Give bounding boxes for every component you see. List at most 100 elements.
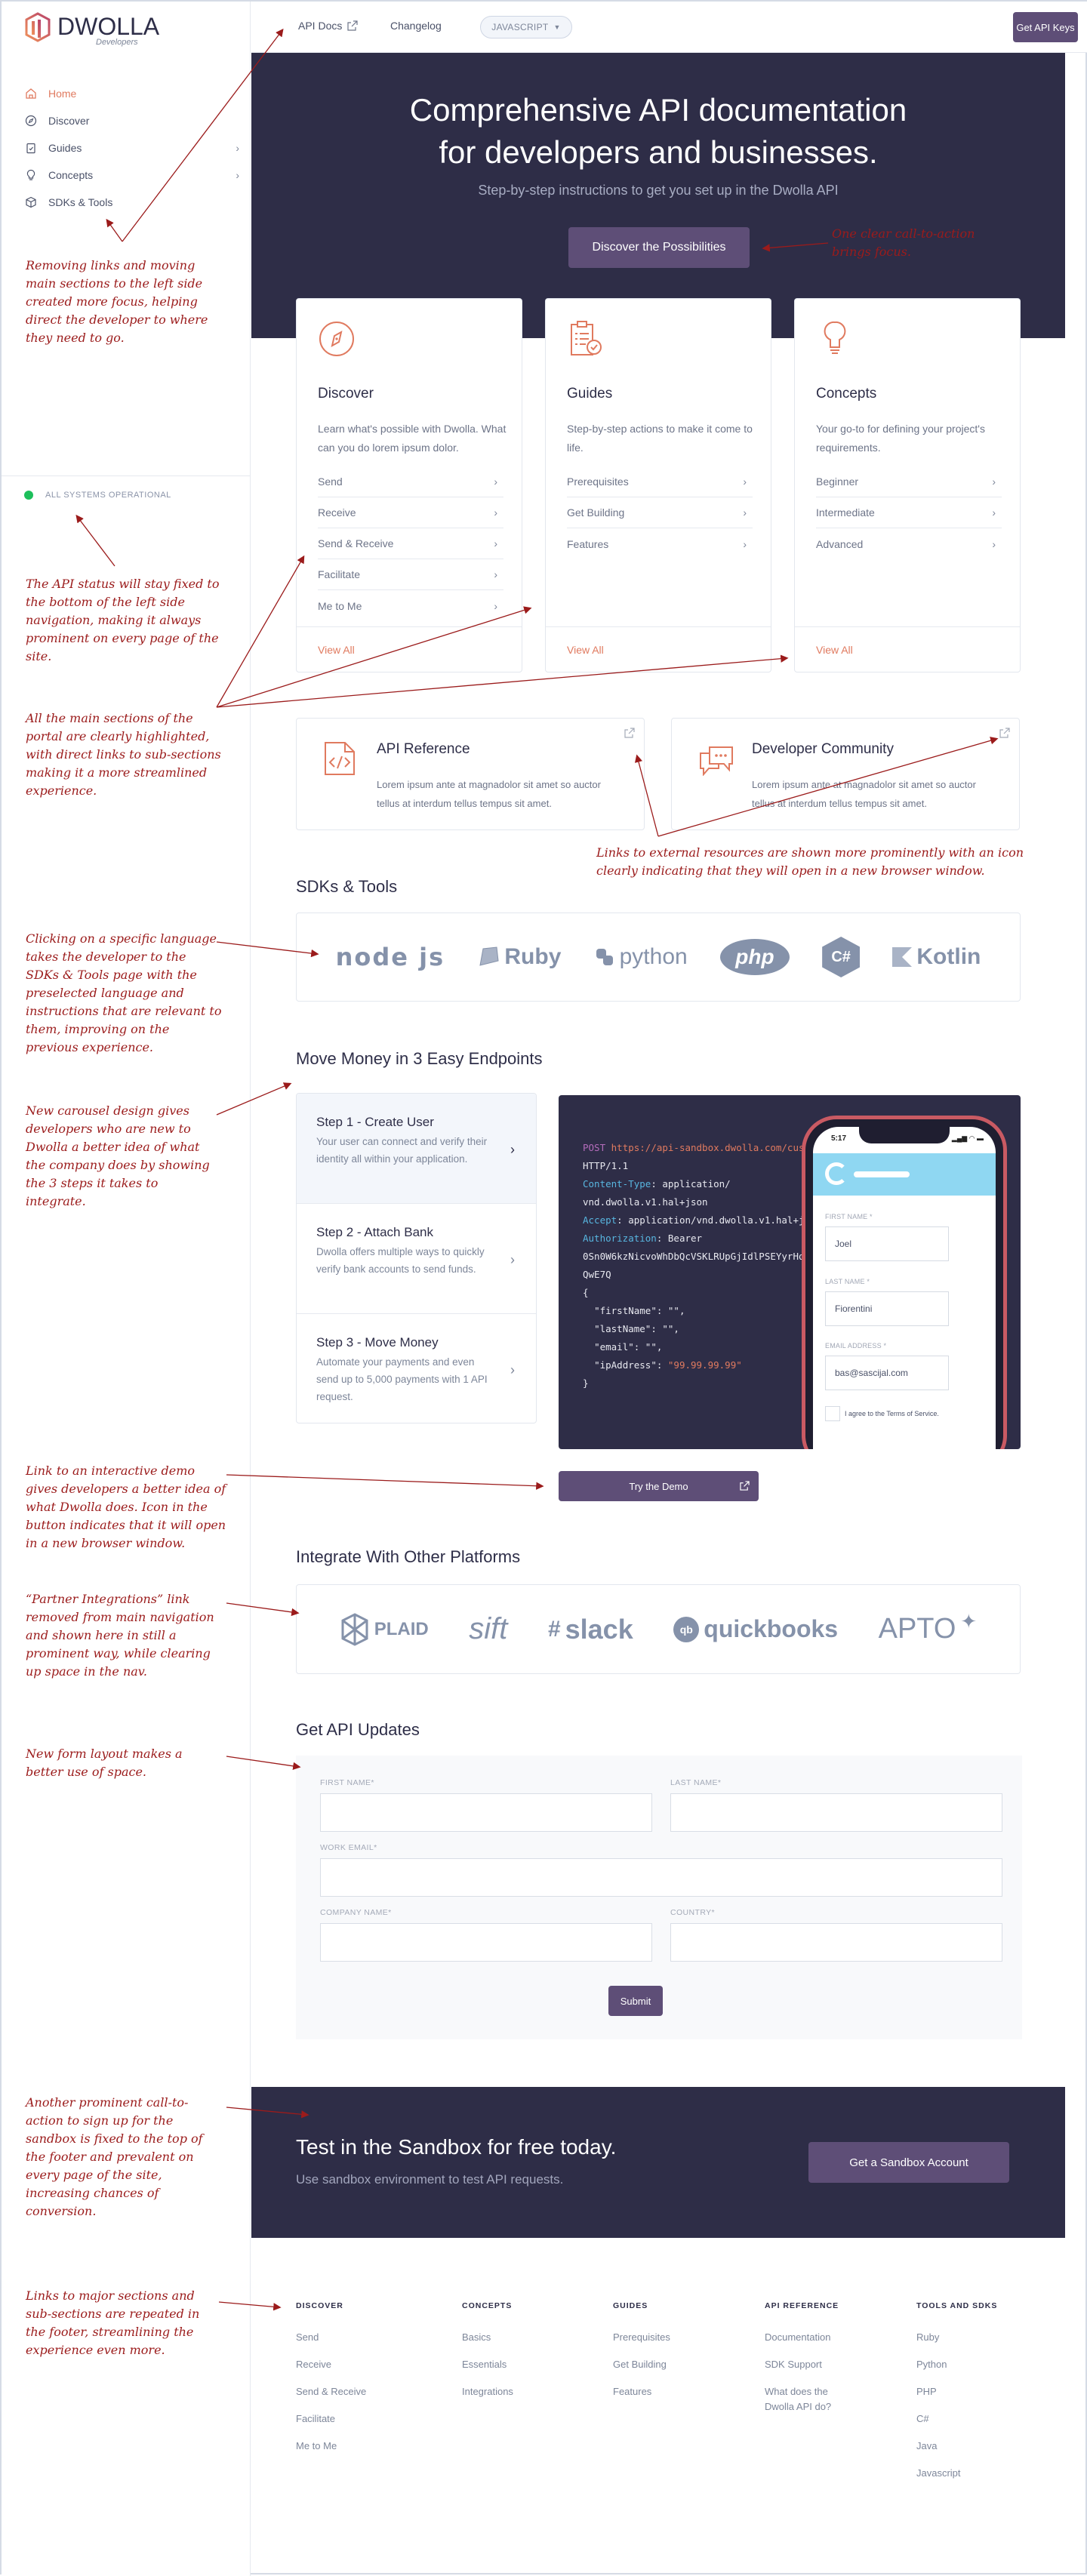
sdk-logo-ruby[interactable]: Ruby: [477, 944, 561, 970]
phone-first-input[interactable]: Joel: [825, 1226, 949, 1261]
section-link[interactable]: Send & Receive ›: [318, 528, 503, 559]
section-link[interactable]: Advanced ›: [816, 528, 1002, 559]
work-email-input[interactable]: [320, 1858, 1002, 1897]
footer-link[interactable]: Java: [916, 2439, 1007, 2454]
footer-heading: CONCEPTS: [462, 2301, 513, 2310]
section-link[interactable]: Facilitate ›: [318, 559, 503, 590]
get-api-keys-button[interactable]: Get API Keys: [1013, 12, 1078, 42]
sidebar-item-sdks-tools[interactable]: SDKs & Tools: [24, 189, 239, 216]
sidebar-item-concepts[interactable]: Concepts ›: [24, 162, 239, 189]
integration-logo-sift[interactable]: sift: [469, 1612, 507, 1646]
footer-link[interactable]: Get Building: [613, 2357, 704, 2372]
chevron-right-icon: ›: [494, 537, 497, 549]
section-link[interactable]: Get Building ›: [567, 497, 753, 528]
phone-email-input[interactable]: bas@sascijal.com: [825, 1356, 949, 1390]
discover-possibilities-button[interactable]: Discover the Possibilities: [568, 227, 750, 268]
code-line: "email": "",: [594, 1341, 663, 1353]
sdk-logo-csharp[interactable]: C#: [822, 937, 861, 977]
changelog-link[interactable]: Changelog: [390, 20, 442, 32]
language-select[interactable]: JAVASCRIPT ▼: [480, 16, 572, 38]
step-title: Step 1 - Create User: [316, 1115, 434, 1129]
arrow-demo: [226, 1474, 544, 1490]
sdk-logo-php[interactable]: php: [719, 939, 790, 975]
section-card-footer: View All: [795, 626, 1020, 672]
sdk-logo-kotlin[interactable]: Kotlin: [892, 944, 981, 970]
section-link[interactable]: Receive ›: [318, 497, 503, 528]
annotation-external: Links to external resources are shown mo…: [596, 845, 1024, 878]
footer-link[interactable]: Ruby: [916, 2330, 1007, 2345]
integration-label: sift: [469, 1612, 508, 1645]
sandbox-title: Test in the Sandbox for free today.: [296, 2135, 617, 2159]
section-link-label: Me to Me: [318, 599, 362, 612]
first-name-input[interactable]: [320, 1793, 652, 1832]
step-item[interactable]: Step 3 - Move Money Automate your payment…: [297, 1314, 536, 1423]
section-link[interactable]: Prerequisites ›: [567, 466, 753, 497]
section-link[interactable]: Beginner ›: [816, 466, 1002, 497]
csharp-hexagon: C#: [822, 937, 861, 977]
phone-terms-checkbox[interactable]: [825, 1406, 840, 1421]
get-sandbox-account-button[interactable]: Get a Sandbox Account: [808, 2142, 1009, 2183]
step-item[interactable]: Step 2 - Attach Bank Dwolla offers multip…: [297, 1204, 536, 1314]
chevron-right-icon: ›: [236, 142, 239, 154]
section-link[interactable]: Me to Me ›: [318, 590, 503, 621]
footer-link[interactable]: What does the Dwolla API do?: [765, 2384, 855, 2414]
submit-button[interactable]: Submit: [608, 1986, 663, 2016]
phone-time: 5:17: [831, 1134, 847, 1143]
sdk-logo-node[interactable]: node js: [336, 943, 445, 971]
kotlin-icon: [892, 947, 913, 967]
footer-link[interactable]: Documentation: [765, 2330, 855, 2345]
api-docs-link[interactable]: API Docs: [298, 20, 358, 32]
try-demo-button[interactable]: Try the Demo: [559, 1471, 759, 1501]
phone-last-input[interactable]: Fiorentini: [825, 1291, 949, 1326]
footer-link[interactable]: Receive: [296, 2357, 386, 2372]
sidebar-item-guides[interactable]: Guides ›: [24, 134, 239, 162]
footer-link[interactable]: Javascript: [916, 2466, 1007, 2481]
sidebar-item-label: Guides: [48, 142, 82, 154]
dwolla-logo[interactable]: DWOLLA: [24, 12, 159, 42]
footer-link[interactable]: Send: [296, 2330, 386, 2345]
view-all-link[interactable]: View All: [816, 644, 853, 656]
footer-link[interactable]: Facilitate: [296, 2411, 386, 2427]
footer-link[interactable]: PHP: [916, 2384, 1007, 2399]
footer-link[interactable]: Integrations: [462, 2384, 553, 2399]
app-title-placeholder: [854, 1171, 910, 1177]
footer-link[interactable]: Me to Me: [296, 2439, 386, 2454]
chevron-right-icon: ›: [992, 506, 996, 519]
section-link[interactable]: Send ›: [318, 466, 503, 497]
footer-link[interactable]: Basics: [462, 2330, 553, 2345]
integration-logo-quickbooks[interactable]: qb quickbooks: [673, 1615, 838, 1643]
api-status[interactable]: ALL SYSTEMS OPERATIONAL: [24, 491, 171, 500]
external-card-developer-community[interactable]: Developer Community Lorem ipsum ante at m…: [671, 718, 1020, 830]
footer-link[interactable]: Essentials: [462, 2357, 553, 2372]
footer-link[interactable]: SDK Support: [765, 2357, 855, 2372]
integration-logo-plaid[interactable]: PLAID: [340, 1612, 429, 1646]
python-icon: [596, 949, 613, 965]
section-link[interactable]: Features ›: [567, 528, 753, 559]
chevron-right-icon: ›: [743, 475, 747, 488]
integration-label: quickbooks: [704, 1615, 839, 1642]
external-card-api-reference[interactable]: API Reference Lorem ipsum ante at magnado…: [296, 718, 645, 830]
view-all-link[interactable]: View All: [318, 644, 355, 656]
last-name-input[interactable]: [670, 1793, 1002, 1832]
compass-icon: [24, 114, 38, 128]
footer-link[interactable]: Send & Receive: [296, 2384, 386, 2399]
integration-logo-apto[interactable]: APTO ✦: [879, 1610, 978, 1645]
caret-down-icon: ▼: [553, 23, 561, 31]
step-item[interactable]: Step 1 - Create User Your user can connec…: [297, 1094, 536, 1204]
company-name-input[interactable]: [320, 1923, 652, 1962]
country-input[interactable]: [670, 1923, 1002, 1962]
annotation-status: The API status will stay fixed to the bo…: [26, 577, 220, 663]
sidebar-item-discover[interactable]: Discover: [24, 107, 239, 134]
footer-link[interactable]: Prerequisites: [613, 2330, 704, 2345]
sdk-logo-python[interactable]: python: [594, 944, 688, 970]
section-link-label: Intermediate: [816, 506, 875, 519]
footer-link[interactable]: Features: [613, 2384, 704, 2399]
sidebar-item-home[interactable]: Home: [24, 80, 239, 107]
footer-link[interactable]: C#: [916, 2411, 1007, 2427]
footer-link[interactable]: Python: [916, 2357, 1007, 2372]
view-all-link[interactable]: View All: [567, 644, 604, 656]
section-link[interactable]: Intermediate ›: [816, 497, 1002, 528]
try-demo-label: Try the Demo: [629, 1480, 688, 1492]
section-card-title: Discover: [318, 386, 374, 402]
integration-logo-slack[interactable]: # slack: [548, 1614, 633, 1645]
